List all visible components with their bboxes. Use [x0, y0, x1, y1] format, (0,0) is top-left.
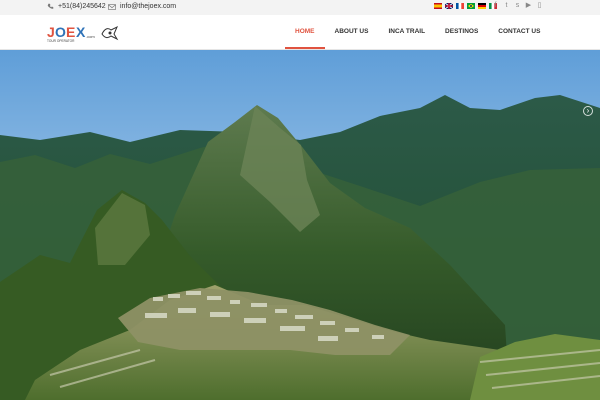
- main-navigation: HOME ABOUT US INCA TRAIL DESTINOS CONTAC…: [285, 15, 550, 49]
- brazil-flag-icon[interactable]: [467, 3, 475, 9]
- english-flag-icon[interactable]: [445, 3, 453, 9]
- svg-text:.com: .com: [86, 34, 95, 39]
- joex-logo[interactable]: J O E X TOUR OPERATOR .com: [47, 22, 123, 43]
- machu-picchu-image: [0, 50, 600, 400]
- svg-text:TOUR OPERATOR: TOUR OPERATOR: [47, 39, 75, 43]
- language-flags: [434, 3, 497, 9]
- nav-contact-us[interactable]: CONTACT US: [488, 15, 550, 49]
- svg-text:O: O: [55, 24, 66, 40]
- phone-number: +51(84)245642: [58, 3, 106, 10]
- phone-contact[interactable]: +51(84)245642: [47, 3, 106, 10]
- spanish-flag-icon[interactable]: [434, 3, 442, 9]
- twitter-icon[interactable]: t: [503, 2, 510, 9]
- phone-icon: [47, 3, 54, 9]
- top-bar: +51(84)245642 info@thejoex.com f t s ▶ ▯: [0, 0, 600, 15]
- facebook-icon[interactable]: f: [492, 2, 499, 9]
- email-address: info@thejoex.com: [120, 3, 177, 10]
- nav-about-us[interactable]: ABOUT US: [325, 15, 379, 49]
- nav-destinos[interactable]: DESTINOS: [435, 15, 488, 49]
- nav-inca-trail[interactable]: INCA TRAIL: [378, 15, 435, 49]
- hero-slider[interactable]: ›: [0, 50, 600, 400]
- french-flag-icon[interactable]: [456, 3, 464, 9]
- email-icon: [108, 3, 116, 10]
- svg-text:X: X: [76, 24, 86, 40]
- svg-text:E: E: [66, 24, 75, 40]
- german-flag-icon[interactable]: [478, 3, 486, 9]
- slider-next-button[interactable]: ›: [583, 106, 593, 116]
- site-header: J O E X TOUR OPERATOR .com HOME ABOUT US…: [0, 15, 600, 50]
- youtube-icon[interactable]: ▶: [525, 2, 532, 9]
- nav-home[interactable]: HOME: [285, 15, 325, 49]
- mobile-icon[interactable]: ▯: [536, 2, 543, 9]
- svg-text:J: J: [47, 24, 55, 40]
- social-links: f t s ▶ ▯: [492, 2, 543, 9]
- email-contact[interactable]: info@thejoex.com: [108, 3, 176, 10]
- skype-icon[interactable]: s: [514, 2, 521, 9]
